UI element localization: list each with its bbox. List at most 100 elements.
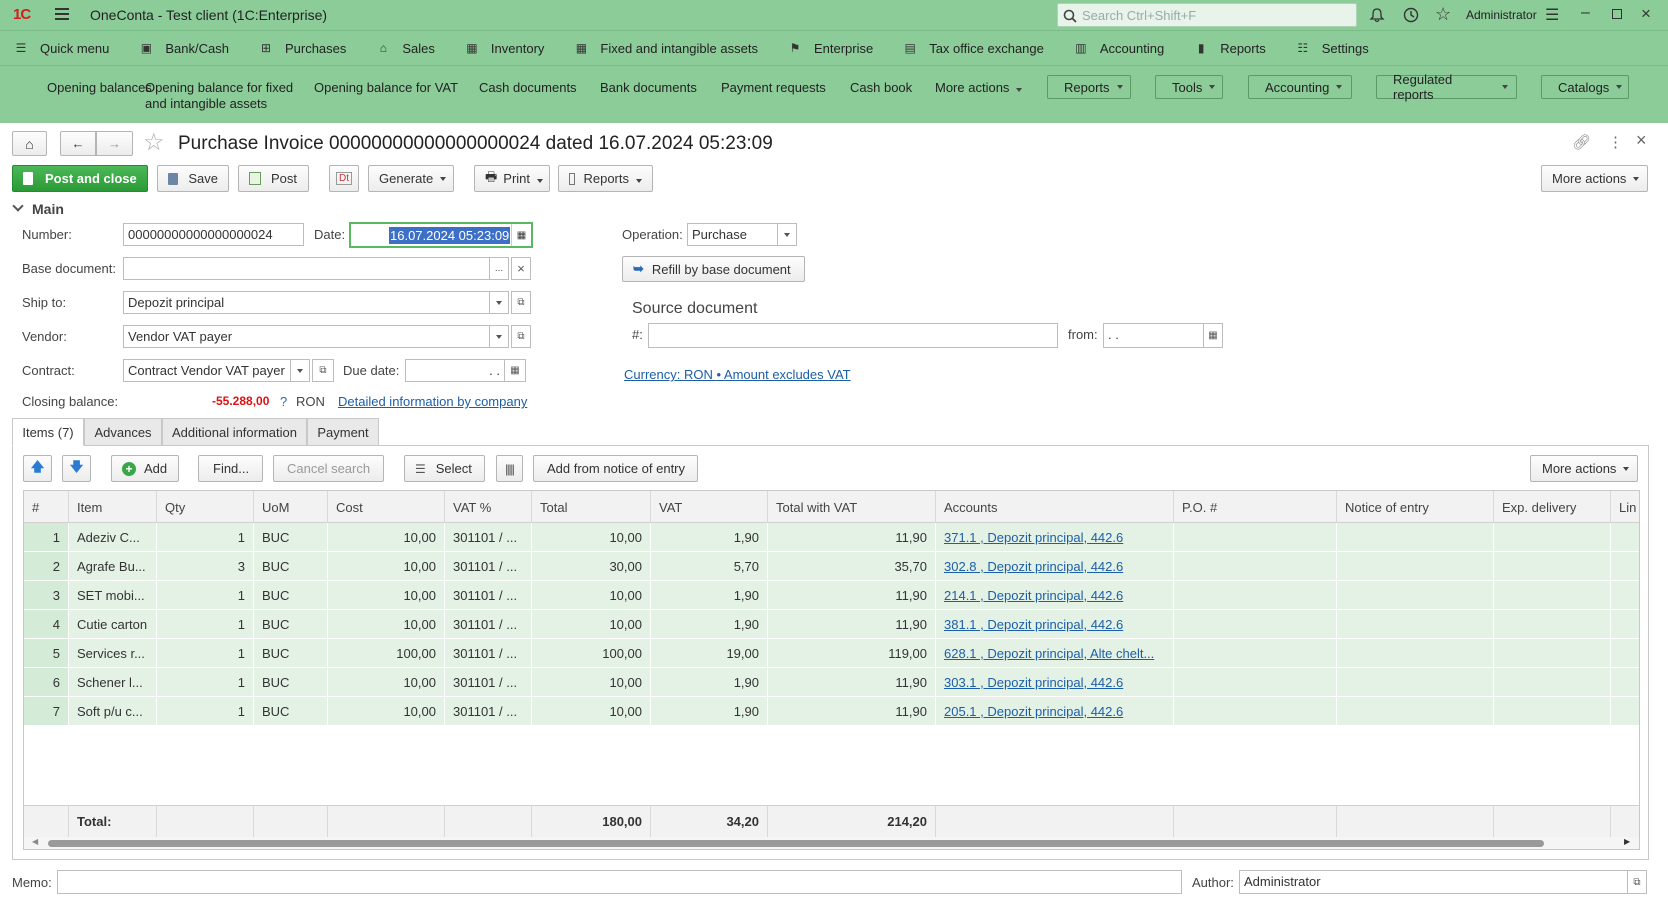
cell-accounts[interactable]: 302.8 , Depozit principal, 442.6 bbox=[936, 552, 1174, 580]
cell-vat[interactable]: 1,90 bbox=[651, 523, 768, 551]
more-actions-button[interactable]: More actions bbox=[1541, 165, 1648, 192]
favorites-star-icon[interactable]: ☆ bbox=[1435, 4, 1451, 25]
contract-field[interactable]: Contract Vendor VAT payer bbox=[123, 359, 291, 382]
cell-total[interactable]: 10,00 bbox=[532, 610, 651, 638]
currency-link[interactable]: Currency: RON • Amount excludes VAT bbox=[624, 367, 851, 382]
cell-vat[interactable]: 1,90 bbox=[651, 697, 768, 725]
cell-vat[interactable]: 1,90 bbox=[651, 668, 768, 696]
column-header[interactable]: Accounts bbox=[936, 491, 1174, 523]
cmd-accounting-button[interactable]: Accounting bbox=[1248, 75, 1352, 99]
cell-empty[interactable] bbox=[1611, 523, 1639, 551]
maximize-icon[interactable] bbox=[1612, 9, 1622, 19]
section-main-title[interactable]: Main bbox=[32, 201, 64, 217]
cmd-regulated-reports-button[interactable]: Regulated reports bbox=[1376, 72, 1517, 102]
cell-empty[interactable] bbox=[1494, 552, 1611, 580]
forward-button[interactable]: → bbox=[96, 131, 133, 156]
cell-item[interactable]: Adeziv C... bbox=[69, 523, 157, 551]
menu-tax-office[interactable]: ▤ Tax office exchange bbox=[889, 31, 1054, 66]
menu-fixed-assets[interactable]: ▦ Fixed and intangible assets bbox=[560, 31, 768, 66]
column-header[interactable]: Total with VAT bbox=[768, 491, 936, 523]
cell-accounts[interactable]: 371.1 , Depozit principal, 442.6 bbox=[936, 523, 1174, 551]
ship-to-open-icon[interactable]: ⧉ bbox=[511, 291, 531, 314]
cell-empty[interactable] bbox=[1337, 639, 1494, 667]
cell-uom[interactable]: BUC bbox=[254, 523, 328, 551]
cell-item[interactable]: Soft p/u c... bbox=[69, 697, 157, 725]
account-link[interactable]: 214.1 , Depozit principal, 442.6 bbox=[944, 588, 1123, 603]
cmd-opening-vat[interactable]: Opening balance for VAT bbox=[314, 80, 458, 96]
cell-empty[interactable] bbox=[1174, 639, 1337, 667]
column-header[interactable]: Notice of entry bbox=[1337, 491, 1494, 523]
scroll-left-icon[interactable]: ◀ bbox=[32, 837, 38, 846]
cell-qty[interactable]: 1 bbox=[157, 523, 254, 551]
cell-empty[interactable] bbox=[1337, 552, 1494, 580]
print-button[interactable]: 🖶︎ Print bbox=[474, 165, 550, 192]
account-link[interactable]: 381.1 , Depozit principal, 442.6 bbox=[944, 617, 1123, 632]
cell-cost[interactable]: 10,00 bbox=[328, 552, 445, 580]
cmd-tools-button[interactable]: Tools bbox=[1155, 75, 1223, 99]
cell-empty[interactable] bbox=[1611, 552, 1639, 580]
cell-row-number[interactable]: 7 bbox=[24, 697, 69, 725]
cell-empty[interactable] bbox=[1337, 668, 1494, 696]
generate-button[interactable]: Generate bbox=[368, 165, 454, 192]
items-table[interactable]: # Item Qty UoM Cost VAT % Total VAT Total with V… bbox=[23, 490, 1640, 850]
cell-empty[interactable] bbox=[1174, 610, 1337, 638]
cell-cost[interactable]: 10,00 bbox=[328, 581, 445, 609]
move-down-button[interactable]: 🡇 bbox=[62, 455, 91, 482]
cell-empty[interactable] bbox=[1174, 668, 1337, 696]
cell-empty[interactable] bbox=[1494, 668, 1611, 696]
back-button[interactable]: ← bbox=[60, 131, 96, 156]
chevron-down-icon[interactable] bbox=[12, 200, 24, 212]
cell-vat-rate[interactable]: 301101 / ... bbox=[445, 697, 532, 725]
close-form-icon[interactable]: × bbox=[1636, 130, 1647, 151]
memo-field[interactable] bbox=[57, 870, 1182, 894]
cell-item[interactable]: Cutie carton bbox=[69, 610, 157, 638]
due-date-calendar-icon[interactable]: ▦ bbox=[504, 359, 526, 382]
number-field[interactable]: 00000000000000000024 bbox=[123, 223, 304, 246]
cell-empty[interactable] bbox=[1174, 581, 1337, 609]
menu-inventory[interactable]: ▦ Inventory bbox=[451, 31, 554, 66]
move-up-button[interactable]: 🡅 bbox=[23, 455, 52, 482]
add-from-notice-button[interactable]: Add from notice of entry bbox=[533, 455, 698, 482]
cell-vat-rate[interactable]: 301101 / ... bbox=[445, 668, 532, 696]
cell-uom[interactable]: BUC bbox=[254, 639, 328, 667]
cell-accounts[interactable]: 628.1 , Depozit principal, Alte chelt... bbox=[936, 639, 1174, 667]
cell-accounts[interactable]: 214.1 , Depozit principal, 442.6 bbox=[936, 581, 1174, 609]
column-header[interactable]: Lin bbox=[1611, 491, 1639, 523]
date-field[interactable]: 16.07.2024 05:23:09 ▦ bbox=[349, 222, 533, 248]
cmd-cash-documents[interactable]: Cash documents bbox=[479, 80, 577, 96]
column-header[interactable]: Item bbox=[69, 491, 157, 523]
column-header[interactable]: Cost bbox=[328, 491, 445, 523]
refill-by-base-button[interactable]: ➥ Refill by base document bbox=[622, 256, 805, 282]
cell-empty[interactable] bbox=[1337, 697, 1494, 725]
history-icon[interactable] bbox=[1402, 6, 1420, 24]
column-header[interactable]: # bbox=[24, 491, 69, 523]
column-header[interactable]: Qty bbox=[157, 491, 254, 523]
home-button[interactable]: ⌂ bbox=[12, 131, 47, 156]
tab-payment[interactable]: Payment bbox=[307, 418, 379, 446]
cell-vat[interactable]: 1,90 bbox=[651, 581, 768, 609]
cmd-more-actions[interactable]: More actions bbox=[935, 80, 1022, 96]
cell-uom[interactable]: BUC bbox=[254, 668, 328, 696]
column-header[interactable]: Total bbox=[532, 491, 651, 523]
cell-uom[interactable]: BUC bbox=[254, 581, 328, 609]
table-row[interactable]: 4 Cutie carton 1 BUC 10,00 301101 / ... 10,00 1… bbox=[24, 610, 1639, 639]
vendor-open-icon[interactable]: ⧉ bbox=[511, 325, 531, 348]
notification-bell-icon[interactable] bbox=[1369, 7, 1385, 23]
menu-reports[interactable]: ▮ Reports bbox=[1180, 31, 1276, 66]
cell-row-number[interactable]: 3 bbox=[24, 581, 69, 609]
cell-total[interactable]: 100,00 bbox=[532, 639, 651, 667]
column-header[interactable]: VAT % bbox=[445, 491, 532, 523]
link-icon[interactable]: 🔗︎ bbox=[1572, 133, 1591, 151]
column-header[interactable]: Exp. delivery bbox=[1494, 491, 1611, 523]
operation-select[interactable]: Purchase bbox=[687, 223, 778, 246]
menu-quick-menu[interactable]: ☰ Quick menu bbox=[0, 31, 119, 66]
column-header[interactable]: P.O. # bbox=[1174, 491, 1337, 523]
hamburger-menu-icon[interactable] bbox=[55, 8, 69, 20]
menu-settings[interactable]: ☷ Settings bbox=[1282, 31, 1379, 66]
cell-qty[interactable]: 3 bbox=[157, 552, 254, 580]
table-row[interactable]: 7 Soft p/u c... 1 BUC 10,00 301101 / ... 10,00… bbox=[24, 697, 1639, 726]
cell-cost[interactable]: 100,00 bbox=[328, 639, 445, 667]
vendor-field[interactable]: Vendor VAT payer bbox=[123, 325, 490, 348]
cell-empty[interactable] bbox=[1611, 668, 1639, 696]
cell-total[interactable]: 30,00 bbox=[532, 552, 651, 580]
